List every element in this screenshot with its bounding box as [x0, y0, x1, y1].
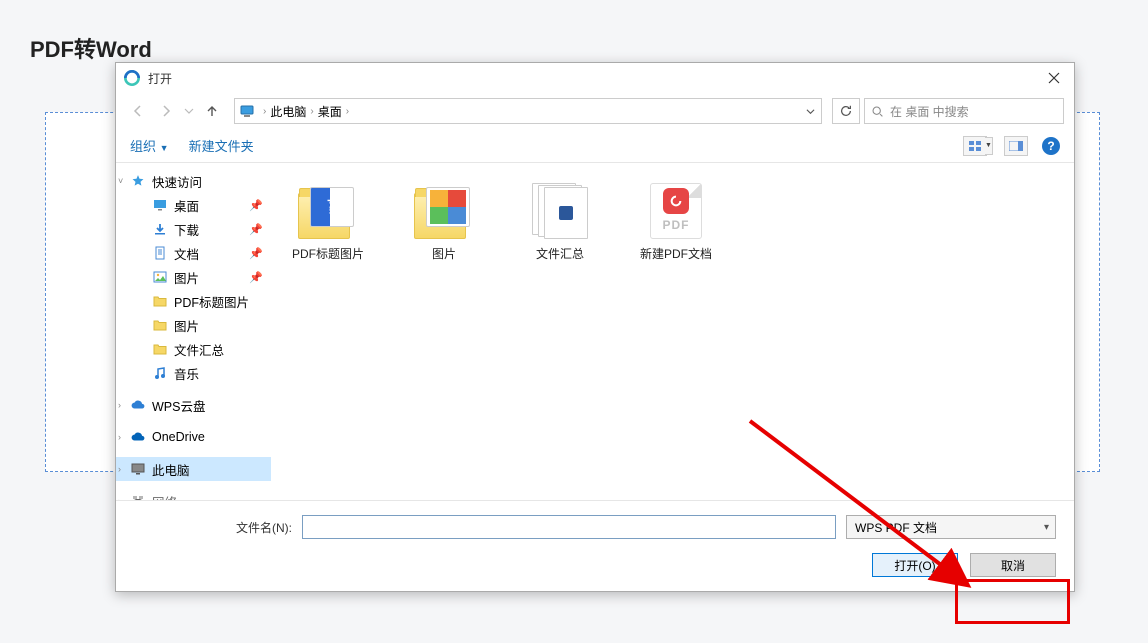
document-icon	[152, 245, 168, 261]
music-icon	[152, 365, 168, 381]
folder-thumbnail-icon	[426, 187, 470, 227]
pdf-file-icon: PDF	[650, 183, 702, 239]
filetype-select[interactable]: WPS PDF 文档	[846, 515, 1056, 539]
pc-icon	[130, 461, 146, 477]
cloud-icon	[130, 397, 146, 413]
sidebar-music[interactable]: 音乐	[138, 361, 271, 385]
preview-pane-button[interactable]	[1004, 136, 1028, 156]
sidebar-folder-pdf[interactable]: PDF标题图片	[138, 289, 271, 313]
breadcrumb[interactable]: › 此电脑 › 桌面 ›	[234, 98, 822, 124]
edge-icon	[124, 70, 140, 86]
organize-menu[interactable]: 组织 ▼	[130, 136, 169, 155]
pin-icon: 📌	[249, 247, 263, 260]
sidebar-desktop[interactable]: 桌面📌	[138, 193, 271, 217]
nav-back-button[interactable]	[126, 99, 150, 123]
star-icon	[130, 173, 146, 189]
nav-up-button[interactable]	[200, 99, 224, 123]
sidebar-folder-pics[interactable]: 图片	[138, 313, 271, 337]
file-label: 文件汇总	[536, 245, 584, 262]
sidebar-onedrive[interactable]: › OneDrive	[116, 425, 271, 449]
sidebar: ˅ 快速访问 桌面📌 下载📌 文档📌	[116, 163, 271, 500]
sidebar-documents[interactable]: 文档📌	[138, 241, 271, 265]
filename-label: 文件名(N):	[236, 519, 292, 536]
file-label: 新建PDF文档	[640, 245, 712, 262]
nav-forward-button[interactable]	[154, 99, 178, 123]
search-input[interactable]: 在 桌面 中搜索	[864, 98, 1064, 124]
folder-thumbnail-icon: pdf	[310, 187, 354, 227]
pc-icon	[239, 103, 255, 119]
search-icon	[871, 105, 884, 118]
desktop-icon	[152, 197, 168, 213]
search-placeholder: 在 桌面 中搜索	[890, 103, 969, 120]
picture-icon	[152, 269, 168, 285]
breadcrumb-sep: ›	[342, 106, 353, 117]
sidebar-pictures[interactable]: 图片📌	[138, 265, 271, 289]
filename-input[interactable]	[302, 515, 836, 539]
network-icon	[130, 493, 146, 500]
breadcrumb-current[interactable]: 桌面	[318, 103, 342, 120]
file-label: PDF标题图片	[292, 245, 364, 262]
new-folder-button[interactable]: 新建文件夹	[189, 136, 254, 155]
pin-icon: 📌	[249, 271, 263, 284]
nav-recent-dropdown[interactable]	[182, 99, 196, 123]
cancel-button[interactable]: 取消	[970, 553, 1056, 577]
sidebar-network[interactable]: › 网络	[116, 489, 271, 500]
breadcrumb-root[interactable]: 此电脑	[270, 103, 306, 120]
toolbar: 组织 ▼ 新建文件夹 ▼ ?	[116, 129, 1074, 163]
file-item[interactable]: pdf PDF标题图片	[283, 183, 373, 262]
sidebar-downloads[interactable]: 下载📌	[138, 217, 271, 241]
onedrive-icon	[130, 429, 146, 445]
view-mode-button[interactable]: ▼	[963, 136, 987, 156]
download-icon	[152, 221, 168, 237]
file-label: 图片	[432, 245, 456, 262]
pin-icon: 📌	[249, 223, 263, 236]
sidebar-quick-access[interactable]: ˅ 快速访问	[116, 169, 271, 193]
folder-icon	[152, 341, 168, 357]
breadcrumb-dropdown[interactable]	[800, 107, 821, 116]
help-button[interactable]: ?	[1042, 137, 1060, 155]
file-open-dialog: 打开 › 此电脑 ›	[115, 62, 1075, 592]
open-button[interactable]: 打开(O)	[872, 553, 958, 577]
sidebar-folder-files[interactable]: 文件汇总	[138, 337, 271, 361]
page-title: PDF转Word	[30, 32, 152, 64]
sidebar-this-pc[interactable]: › 此电脑	[116, 457, 271, 481]
breadcrumb-sep: ›	[259, 106, 270, 117]
breadcrumb-sep: ›	[306, 106, 317, 117]
file-item[interactable]: PDF 新建PDF文档	[631, 183, 721, 262]
refresh-button[interactable]	[832, 98, 860, 124]
folder-icon	[152, 317, 168, 333]
close-button[interactable]	[1034, 63, 1074, 93]
dialog-title: 打开	[148, 70, 1034, 87]
pin-icon: 📌	[249, 199, 263, 212]
folder-thumbnail-icon	[530, 183, 590, 239]
titlebar: 打开	[116, 63, 1074, 93]
file-item[interactable]: 文件汇总	[515, 183, 605, 262]
file-list[interactable]: pdf PDF标题图片 图片 文件汇总	[271, 163, 1074, 500]
folder-icon	[152, 293, 168, 309]
nav-row: › 此电脑 › 桌面 › 在 桌面 中搜索	[116, 93, 1074, 129]
file-item[interactable]: 图片	[399, 183, 489, 262]
dialog-footer: 文件名(N): WPS PDF 文档 打开(O) 取消	[116, 500, 1074, 591]
sidebar-wps-cloud[interactable]: › WPS云盘	[116, 393, 271, 417]
